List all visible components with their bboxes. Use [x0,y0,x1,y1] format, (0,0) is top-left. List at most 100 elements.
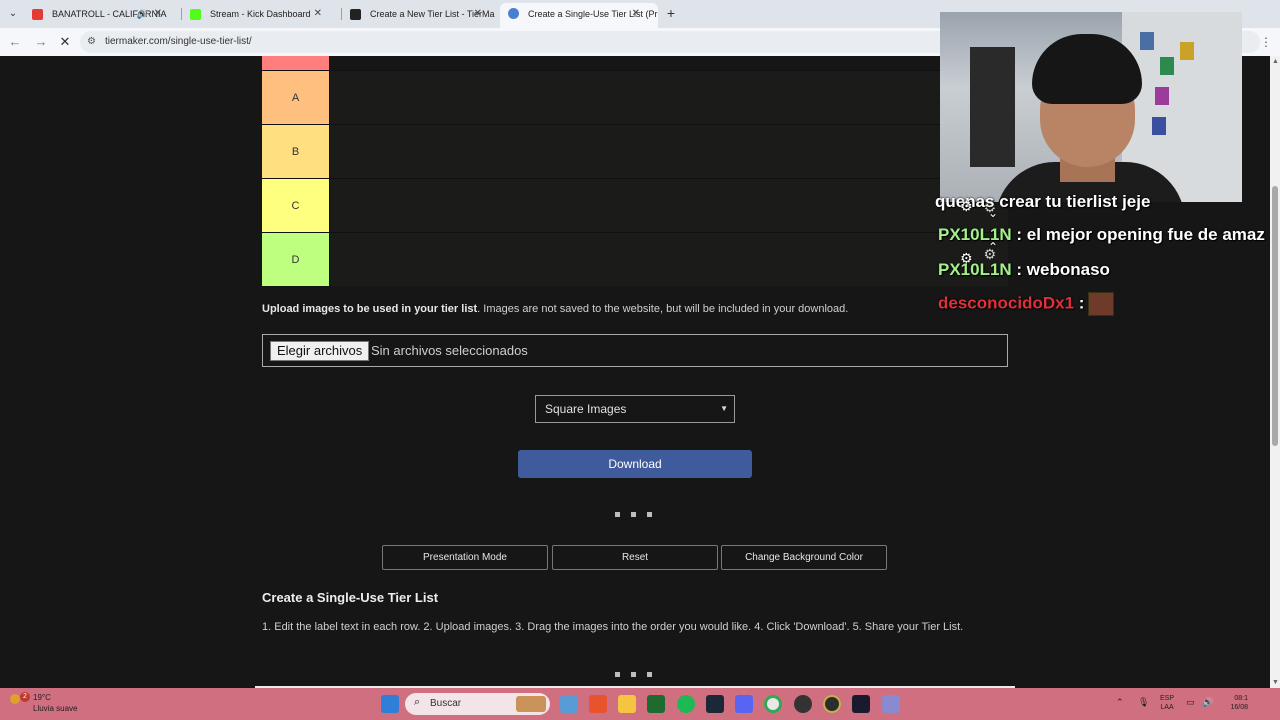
how-to-instructions: 1. Edit the label text in each row. 2. U… [262,621,964,633]
forward-arrow-icon[interactable]: → [34,35,48,49]
download-button[interactable]: Download [518,450,752,478]
tier-row-d: D ⚙ [262,232,1008,286]
start-windows-icon[interactable] [381,695,399,713]
scroll-thumb[interactable] [1272,186,1278,446]
tier-label[interactable]: C [262,179,329,232]
tab-kick-dashboard[interactable]: Stream - Kick Dashboard ✕ [182,4,340,24]
webcam-poster [1180,42,1194,60]
chat-message-text: : webonaso [1011,260,1110,279]
volume-icon[interactable]: 🔊 [1202,697,1213,708]
scroll-down-arrow-icon[interactable]: ▼ [1272,679,1279,686]
choose-files-button[interactable]: Elegir archivos [270,341,370,361]
spotify-icon[interactable] [677,695,695,713]
app-icon[interactable] [882,695,900,713]
tab-title: Stream - Kick Dashboard [210,9,311,19]
chevron-down-icon: ▼ [720,404,728,413]
network-icon[interactable]: ▭ [1186,697,1195,708]
tab-create-tier-list[interactable]: Create a New Tier List - TierMa ✕ [342,4,500,24]
microphone-icon[interactable]: 🎙 [1138,697,1149,708]
tier-drop-zone[interactable]: ⚙ [329,179,1008,232]
speaker-icon[interactable]: 🔊 [137,4,148,24]
keyboard-layout: LAA [1160,704,1174,711]
chat-message: desconocidoDx1 : [938,292,1115,316]
presentation-mode-button[interactable]: Presentation Mode [382,545,548,570]
tier-drop-zone[interactable] [329,71,1008,124]
overlay-chevron-down-icon: ⌄ [988,206,999,220]
image-shape-select[interactable]: Square Images ▼ [535,395,735,423]
close-tab-icon[interactable]: ✕ [154,4,162,24]
chat-username: desconocidoDx1 [938,293,1075,313]
change-background-color-button[interactable]: Change Background Color [721,545,887,570]
new-tab-plus-icon[interactable]: + [664,6,678,20]
input-language[interactable]: ESP LAA [1160,694,1174,712]
tier-drop-zone[interactable] [329,125,1008,178]
ad-loading-dots [615,512,655,518]
tab-title: BANATROLL - CALIFORNIA [52,9,167,19]
overlay-chevron-up-icon: ⌃ [988,240,999,254]
minecraft-icon[interactable] [647,695,665,713]
webcam-background-object [970,47,1015,167]
language-code: ESP [1160,695,1175,702]
selected-option: Square Images [545,402,627,416]
chat-message-text: : [1074,293,1085,313]
tier-row-c: C ⚙ [262,178,1008,232]
reset-button[interactable]: Reset [552,545,718,570]
search-highlight-image [516,696,546,712]
taskbar-search[interactable]: ⌕ Buscar [405,693,550,715]
tier-row-a: A [262,70,1008,124]
windows-taskbar [0,688,1280,720]
weather-temperature[interactable]: 19°C [33,693,51,702]
ad-loading-dots [615,672,655,678]
webcam-poster [1152,117,1166,135]
loading-favicon-icon [508,8,519,19]
no-files-selected-text: Sin archivos seleccionados [371,343,528,358]
upload-instructions: Upload images to be used in your tier li… [262,303,848,315]
page-scrollbar[interactable]: ▲ ▼ [1270,56,1280,688]
close-tab-icon[interactable]: ✕ [632,3,640,25]
chat-emote-icon [1088,292,1115,316]
tier-label[interactable]: A [262,71,329,124]
show-hidden-icons-chevron-icon[interactable]: ⌃ [1116,697,1124,708]
search-placeholder: Buscar [430,698,462,709]
chat-username: PX10L1N [938,260,1012,279]
obs-icon[interactable] [794,695,812,713]
chrome-icon[interactable] [764,695,782,713]
back-arrow-icon[interactable]: ← [8,35,22,49]
clock-date: 16/08 [1230,704,1248,711]
tier-label[interactable]: D [262,233,329,286]
system-clock[interactable]: 08:1 16/08 [1226,694,1248,712]
brave-browser-icon[interactable] [589,695,607,713]
tier-row-b: B [262,124,1008,178]
app-icon[interactable] [823,695,841,713]
file-upload-input[interactable]: Elegir archivos Sin archivos seleccionad… [262,334,1008,367]
kick-favicon-icon [190,9,201,20]
stop-loading-icon[interactable]: ✕ [58,35,72,49]
close-tab-icon[interactable]: ✕ [314,4,322,24]
chat-message-text: : el mejor opening fue de amaz [1011,225,1265,244]
overlay-gear-icon: ⚙ [960,198,973,214]
close-tab-icon[interactable]: ✕ [474,4,482,24]
tab-single-use-tier-list[interactable]: Create a Single-Use Tier List (Pr ✕ [500,3,658,28]
steam-icon[interactable] [706,695,724,713]
chat-message: PX10L1N : webonaso [938,260,1110,280]
weather-description[interactable]: Lluvia suave [33,704,77,713]
webcam-overlay [940,12,1242,202]
scroll-up-arrow-icon[interactable]: ▲ [1272,58,1279,65]
tier-drop-zone[interactable]: ⚙ [329,233,1008,286]
browser-menu-icon[interactable]: ⋮ [1260,35,1272,49]
site-info-icon[interactable]: ⚙ [87,36,98,47]
tab-banatroll[interactable]: BANATROLL - CALIFORNIA 🔊 ✕ [24,4,180,24]
weather-icon[interactable] [10,694,20,704]
url-text: tiermaker.com/single-use-tier-list/ [105,36,252,47]
webcam-poster [1160,57,1174,75]
tier-label[interactable]: B [262,125,329,178]
file-explorer-icon[interactable] [618,695,636,713]
tier-s-label-partial[interactable] [262,56,329,70]
app-icon[interactable] [852,695,870,713]
tab-search-chevron-icon[interactable]: ⌄ [6,7,20,21]
discord-icon[interactable] [735,695,753,713]
upload-bold-text: Upload images to be used in your tier li… [262,303,478,315]
copilot-icon[interactable] [560,695,578,713]
weather-notification-badge: 2 [20,692,30,702]
chat-username: PX10L1N [938,225,1012,244]
